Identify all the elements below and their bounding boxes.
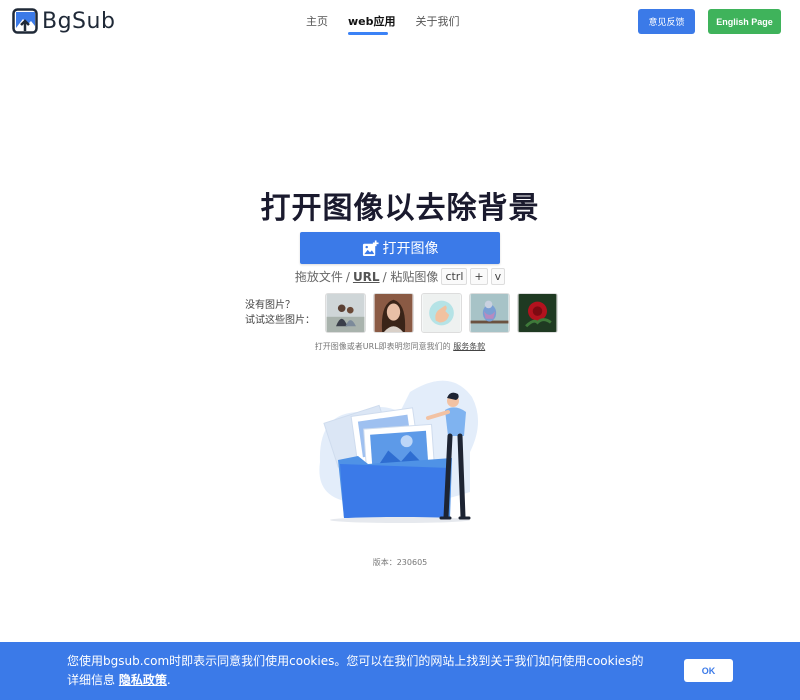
privacy-policy-link[interactable]: 隐私政策	[119, 673, 167, 687]
ctrl-key: ctrl	[441, 268, 468, 285]
bird-photo-icon	[470, 294, 509, 332]
add-image-icon	[362, 239, 379, 256]
terms-of-service-link[interactable]: 服务条款	[453, 342, 485, 351]
couple-photo-icon	[326, 294, 365, 332]
feedback-button[interactable]: 意见反馈	[638, 9, 695, 34]
samples-label-line1: 没有图片？	[245, 300, 295, 311]
plus-key: +	[470, 268, 488, 285]
sample-image-hand[interactable]	[421, 293, 462, 333]
logo-text: BgSub	[42, 8, 116, 34]
samples-label-line2: 试试这些图片：	[245, 315, 315, 326]
open-image-button[interactable]: 打开图像	[300, 232, 500, 264]
nav-web-app[interactable]: web应用	[348, 13, 396, 35]
hint-separator: /	[345, 269, 350, 284]
drag-text: 拖放文件	[294, 270, 343, 284]
logo-icon	[12, 8, 38, 34]
terms-prefix: 打开图像或者URL即表明您同意我们的	[314, 342, 451, 351]
sample-image-rose[interactable]	[517, 293, 558, 333]
version-text: 版本：230605	[372, 558, 428, 567]
v-key: v	[490, 268, 506, 285]
hand-photo-icon	[422, 294, 461, 332]
url-link[interactable]: URL	[353, 270, 380, 284]
woman-photo-icon	[374, 294, 413, 332]
logo[interactable]: BgSub	[12, 8, 115, 34]
rose-photo-icon	[518, 294, 557, 332]
sample-image-couple[interactable]	[325, 293, 366, 333]
sample-image-bird[interactable]	[469, 293, 510, 333]
sample-image-woman[interactable]	[373, 293, 414, 333]
cookie-text: 您使用bgsub.com时即表示同意我们使用cookies。您可以在我们的网站上…	[67, 652, 647, 690]
samples-label: 没有图片？ 试试这些图片：	[245, 298, 315, 328]
open-image-label: 打开图像	[382, 241, 439, 257]
english-page-button[interactable]: English Page	[708, 9, 781, 34]
cookie-suffix: .	[166, 673, 171, 687]
terms-notice: 打开图像或者URL即表明您同意我们的 服务条款	[0, 341, 800, 352]
nav-about[interactable]: 关于我们	[416, 13, 460, 35]
main-nav: 主页 web应用 关于我们	[306, 13, 460, 35]
cookie-ok-button[interactable]: OK	[684, 659, 733, 682]
cookie-banner: 您使用bgsub.com时即表示同意我们使用cookies。您可以在我们的网站上…	[0, 642, 800, 700]
upload-illustration	[319, 380, 479, 523]
sample-images	[325, 293, 558, 333]
page-title: 打开图像以去除背景	[260, 191, 540, 226]
upload-hint: 拖放文件 / URL / 粘贴图像 ctrl + v	[0, 268, 800, 285]
paste-text: / 粘贴图像	[382, 270, 439, 284]
nav-home[interactable]: 主页	[306, 13, 328, 35]
header: BgSub 主页 web应用 关于我们 意见反馈 English Page	[0, 0, 800, 44]
